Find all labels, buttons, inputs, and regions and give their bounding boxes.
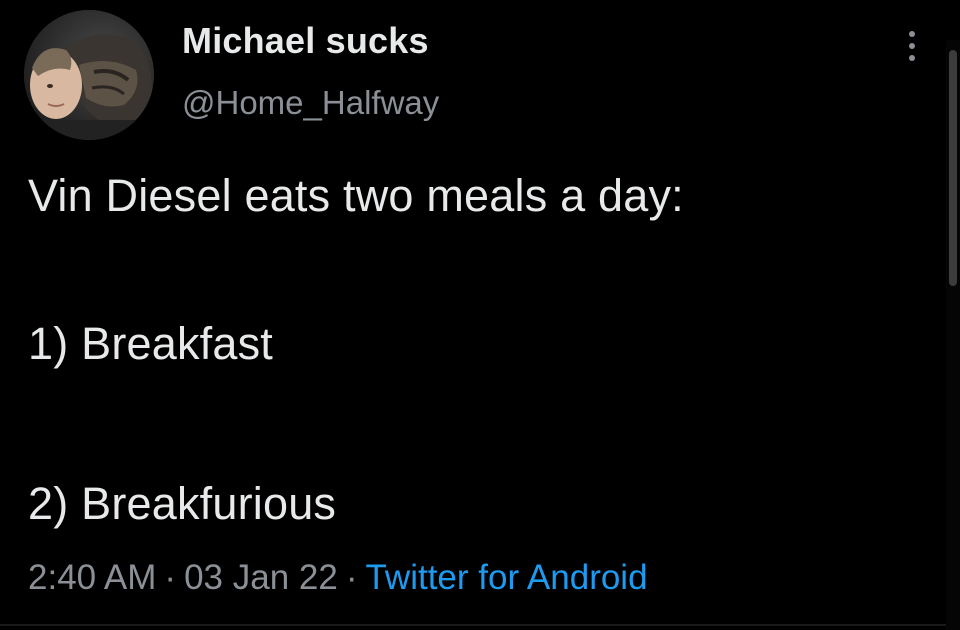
separator-dot: · xyxy=(164,558,177,597)
more-vertical-icon xyxy=(909,31,915,61)
scrollbar-thumb[interactable] xyxy=(949,50,957,286)
avatar[interactable] xyxy=(24,10,154,140)
tweet-time[interactable]: 2:40 AM xyxy=(28,558,156,597)
profile-photo-icon xyxy=(24,10,154,140)
divider xyxy=(0,624,946,626)
tweet-text-line: 2) Breakfurious xyxy=(28,478,337,529)
tweet-card: Michael sucks @Home_Halfway Vin Diesel e… xyxy=(0,0,960,630)
tweet-text-line: Vin Diesel eats two meals a day: xyxy=(28,170,684,221)
tweet-date[interactable]: 03 Jan 22 xyxy=(184,558,338,597)
separator-dot: · xyxy=(345,558,358,597)
tweet-text-line: 1) Breakfast xyxy=(28,318,274,369)
user-handle[interactable]: @Home_Halfway xyxy=(182,84,439,122)
more-options-button[interactable] xyxy=(894,24,930,68)
tweet-metadata: 2:40 AM · 03 Jan 22 · Twitter for Android xyxy=(28,558,648,598)
tweet-source-link[interactable]: Twitter for Android xyxy=(365,558,647,597)
display-name[interactable]: Michael sucks xyxy=(182,20,429,62)
